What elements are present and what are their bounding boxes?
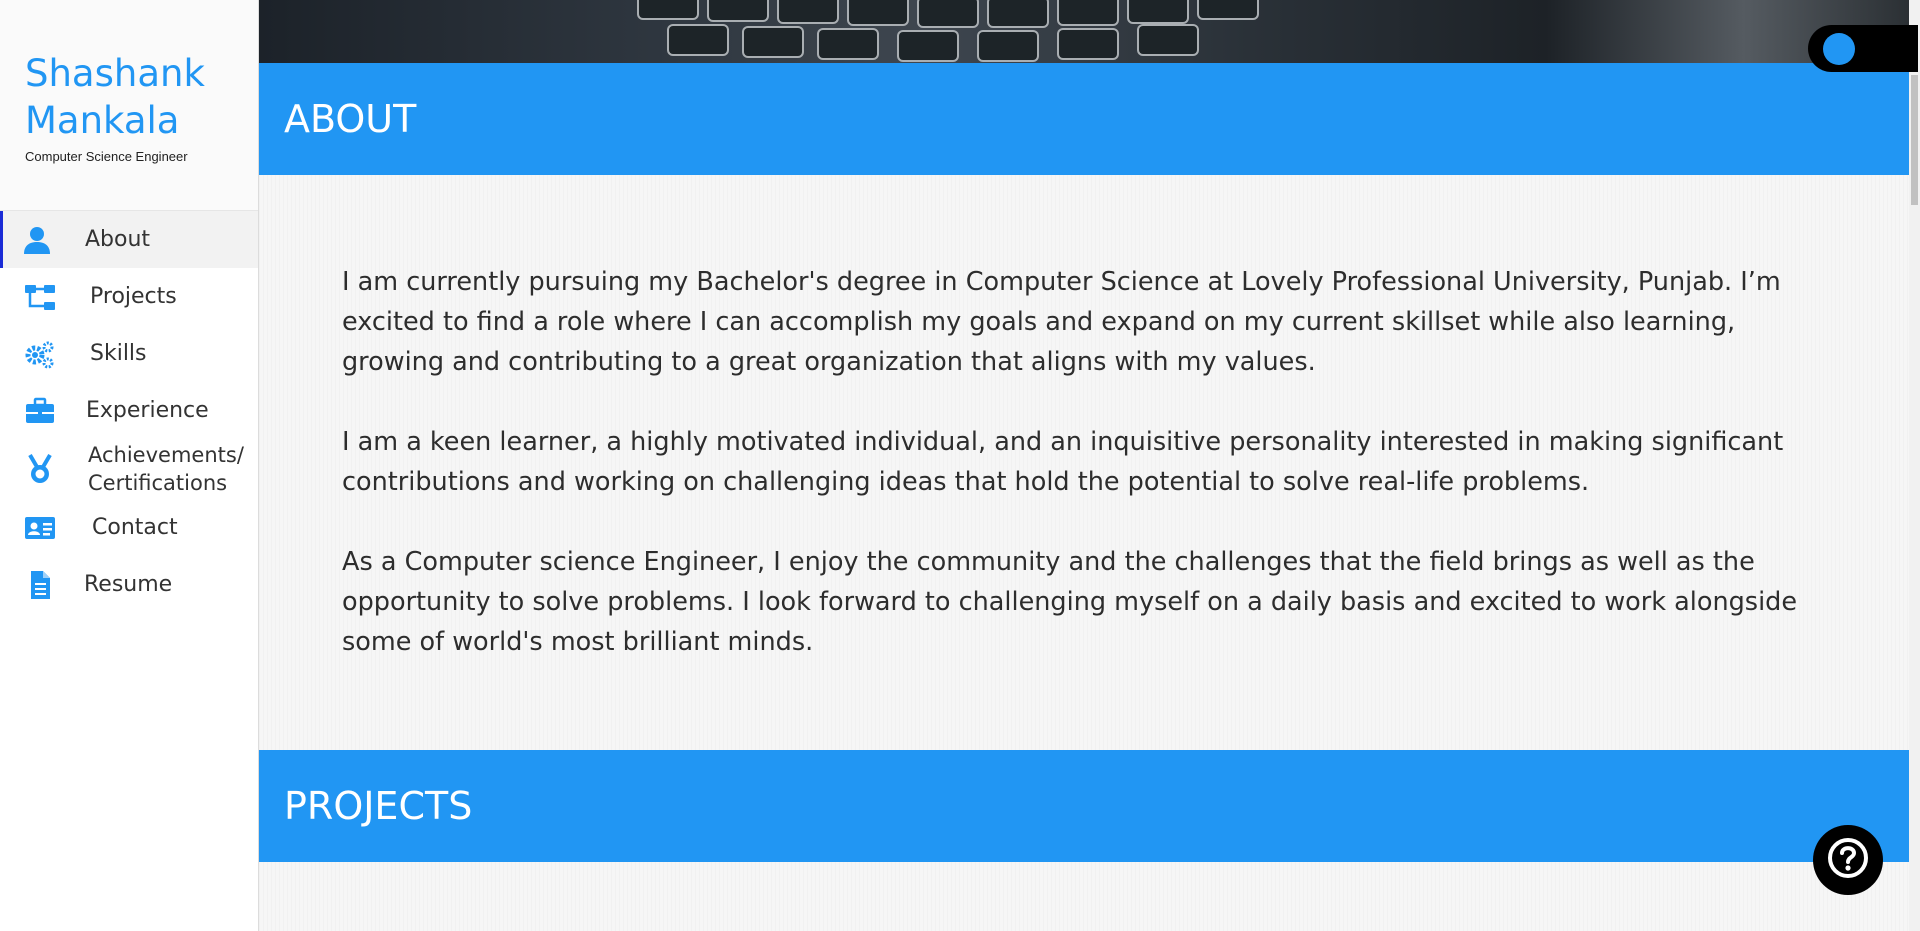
sidebar-nav: About Projects Skills Experience Achieve… [0, 211, 258, 613]
keyboard-key [709, 0, 767, 20]
sidebar-item-label: Achievements/ Certifications [88, 441, 244, 497]
about-paragraph: I am a keen learner, a highly motivated … [342, 427, 1784, 497]
main-content: ABOUT I am currently pursuing my Bachelo… [259, 0, 1909, 931]
keyboard-key [744, 28, 802, 56]
about-content: I am currently pursuing my Bachelor's de… [342, 262, 1802, 702]
question-circle-icon [1826, 836, 1870, 885]
help-button[interactable] [1813, 825, 1883, 895]
sidebar-item-label: Resume [84, 571, 173, 597]
site-title-line2: Mankala [25, 99, 180, 142]
about-heading: ABOUT [284, 97, 417, 141]
sidebar-item-projects[interactable]: Projects [0, 268, 258, 325]
keyboard-key [1059, 30, 1117, 58]
sidebar-item-label: Projects [90, 283, 177, 309]
user-icon [19, 224, 55, 256]
file-icon [22, 569, 58, 601]
sidebar-item-label-line2: Certifications [88, 471, 228, 495]
site-subtitle: Computer Science Engineer [25, 149, 188, 164]
sidebar-item-achievements[interactable]: Achievements/ Certifications [0, 439, 258, 499]
sidebar-item-experience[interactable]: Experience [0, 382, 258, 439]
sidebar-item-label: Skills [90, 340, 147, 366]
keyboard-image [599, 0, 1399, 60]
keyboard-key [899, 32, 957, 60]
about-section-header: ABOUT [259, 63, 1909, 175]
keyboard-key [1129, 0, 1187, 22]
projects-heading: PROJECTS [284, 784, 473, 828]
sidebar-item-skills[interactable]: Skills [0, 325, 258, 382]
sidebar: Shashank Mankala Computer Science Engine… [0, 0, 259, 931]
sidebar-item-label: Experience [86, 397, 209, 423]
about-paragraph: As a Computer science Engineer, I enjoy … [342, 547, 1798, 657]
sidebar-item-about[interactable]: About [0, 211, 258, 268]
about-paragraph: I am currently pursuing my Bachelor's de… [342, 267, 1781, 377]
sidebar-item-resume[interactable]: Resume [0, 556, 258, 613]
brand-block: Shashank Mankala Computer Science Engine… [0, 0, 258, 211]
sidebar-item-contact[interactable]: Contact [0, 499, 258, 556]
keyboard-key [779, 0, 837, 22]
keyboard-key [1199, 0, 1257, 18]
sidebar-item-label-line1: Achievements/ [88, 443, 244, 467]
keyboard-key [849, 0, 907, 24]
site-title-line1: Shashank [25, 52, 205, 95]
keyboard-key [669, 26, 727, 54]
theme-toggle[interactable] [1808, 25, 1918, 72]
cogs-icon [22, 338, 58, 370]
toggle-knob [1823, 33, 1855, 65]
projects-section-header: PROJECTS [259, 750, 1909, 862]
keyboard-key [979, 32, 1037, 60]
medal-icon [22, 453, 58, 485]
site-title[interactable]: Shashank Mankala [25, 50, 258, 144]
hero-image [259, 0, 1909, 63]
keyboard-key [639, 0, 697, 18]
scrollbar-thumb[interactable] [1911, 75, 1918, 205]
briefcase-icon [22, 395, 58, 427]
keyboard-key [989, 0, 1047, 26]
address-card-icon [22, 512, 58, 544]
keyboard-key [1059, 0, 1117, 24]
sidebar-item-label: Contact [92, 514, 178, 540]
keyboard-key [1139, 26, 1197, 54]
sitemap-icon [22, 281, 58, 313]
keyboard-key [819, 30, 877, 58]
sidebar-item-label: About [85, 226, 151, 252]
keyboard-key [919, 0, 977, 26]
